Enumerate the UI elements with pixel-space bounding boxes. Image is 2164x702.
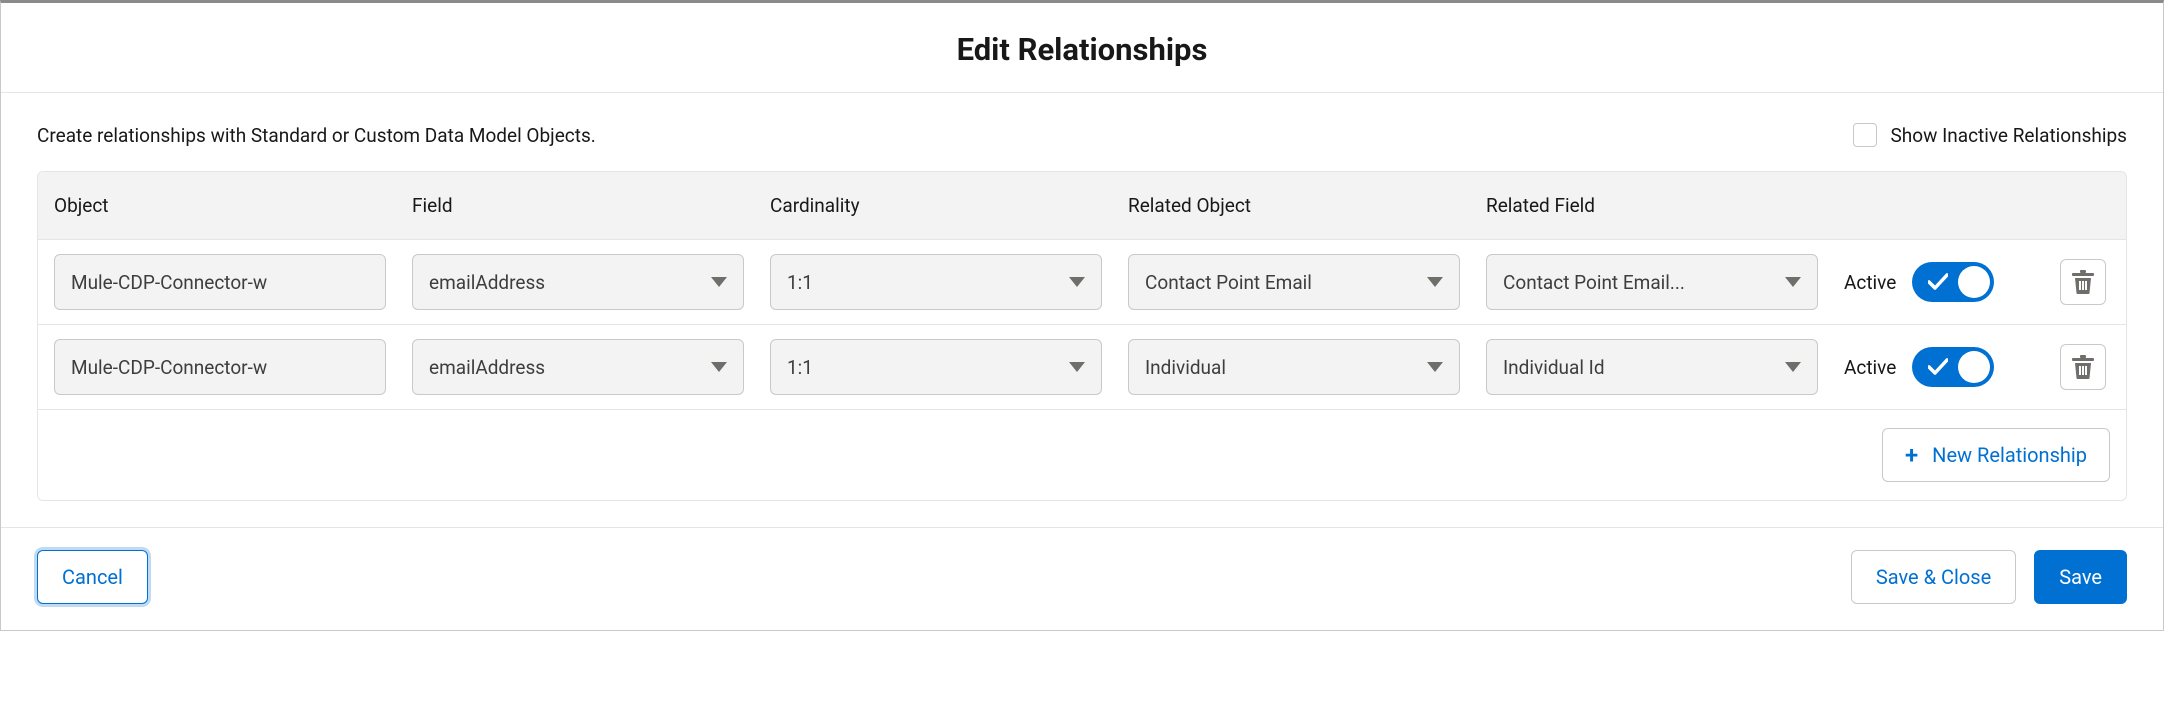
related-field-select[interactable]: Contact Point Email... (1486, 254, 1818, 310)
cardinality-select-value: 1:1 (787, 271, 813, 294)
cardinality-select-value: 1:1 (787, 356, 813, 379)
field-select[interactable]: emailAddress (412, 254, 744, 310)
active-toggle[interactable] (1912, 347, 1994, 387)
related-field-select-value: Individual Id (1503, 356, 1605, 379)
delete-button[interactable] (2060, 259, 2106, 305)
object-select[interactable]: Mule-CDP-Connector-w (54, 339, 386, 395)
col-related-object: Related Object (1128, 194, 1460, 217)
field-select-value: emailAddress (429, 356, 545, 379)
modal-header: Edit Relationships (1, 3, 2163, 93)
plus-icon: + (1905, 443, 1918, 467)
save-close-button-label: Save & Close (1876, 565, 1991, 589)
object-select-value: Mule-CDP-Connector-w (71, 271, 267, 294)
col-related-field: Related Field (1486, 194, 1818, 217)
cardinality-select[interactable]: 1:1 (770, 339, 1102, 395)
toggle-knob (1958, 266, 1990, 298)
body-topbar: Create relationships with Standard or Cu… (37, 123, 2127, 147)
show-inactive-checkbox[interactable] (1853, 123, 1877, 147)
modal-footer: Cancel Save & Close Save (1, 527, 2163, 630)
description-text: Create relationships with Standard or Cu… (37, 124, 596, 147)
check-icon (1928, 273, 1948, 291)
active-toggle[interactable] (1912, 262, 1994, 302)
cancel-button[interactable]: Cancel (37, 550, 148, 604)
chevron-down-icon (1069, 277, 1085, 287)
save-close-button[interactable]: Save & Close (1851, 550, 2016, 604)
col-field: Field (412, 194, 744, 217)
table-row: Mule-CDP-Connector-w emailAddress 1:1 (38, 325, 2126, 410)
chevron-down-icon (1427, 362, 1443, 372)
check-icon (1928, 358, 1948, 376)
object-select[interactable]: Mule-CDP-Connector-w (54, 254, 386, 310)
chevron-down-icon (1785, 277, 1801, 287)
table-header-row: Object Field Cardinality Related Object … (38, 172, 2126, 240)
delete-button[interactable] (2060, 344, 2106, 390)
related-object-select-value: Individual (1145, 356, 1226, 379)
chevron-down-icon (1785, 362, 1801, 372)
new-relationship-button[interactable]: + New Relationship (1882, 428, 2110, 482)
save-button-label: Save (2059, 565, 2102, 589)
show-inactive-label: Show Inactive Relationships (1891, 124, 2128, 147)
field-select-value: emailAddress (429, 271, 545, 294)
table-row: Mule-CDP-Connector-w emailAddress 1:1 (38, 240, 2126, 325)
relationships-table: Object Field Cardinality Related Object … (37, 171, 2127, 501)
related-object-select[interactable]: Contact Point Email (1128, 254, 1460, 310)
active-label: Active (1844, 271, 1896, 294)
related-object-select-value: Contact Point Email (1145, 271, 1312, 294)
edit-relationships-modal: Edit Relationships Create relationships … (0, 0, 2164, 631)
modal-body: Create relationships with Standard or Cu… (1, 93, 2163, 527)
related-field-select-value: Contact Point Email... (1503, 271, 1685, 294)
related-object-select[interactable]: Individual (1128, 339, 1460, 395)
cardinality-select[interactable]: 1:1 (770, 254, 1102, 310)
trash-icon (2072, 270, 2094, 294)
cancel-button-label: Cancel (62, 565, 123, 589)
show-inactive-row: Show Inactive Relationships (1853, 123, 2128, 147)
object-select-value: Mule-CDP-Connector-w (71, 356, 267, 379)
chevron-down-icon (711, 362, 727, 372)
chevron-down-icon (1069, 362, 1085, 372)
active-label: Active (1844, 356, 1896, 379)
toggle-knob (1958, 351, 1990, 383)
chevron-down-icon (1427, 277, 1443, 287)
table-footer: + New Relationship (38, 410, 2126, 500)
trash-icon (2072, 355, 2094, 379)
modal-title: Edit Relationships (1, 31, 2163, 68)
save-button[interactable]: Save (2034, 550, 2127, 604)
col-object: Object (54, 194, 386, 217)
field-select[interactable]: emailAddress (412, 339, 744, 395)
chevron-down-icon (711, 277, 727, 287)
col-cardinality: Cardinality (770, 194, 1102, 217)
new-relationship-label: New Relationship (1932, 443, 2087, 467)
related-field-select[interactable]: Individual Id (1486, 339, 1818, 395)
